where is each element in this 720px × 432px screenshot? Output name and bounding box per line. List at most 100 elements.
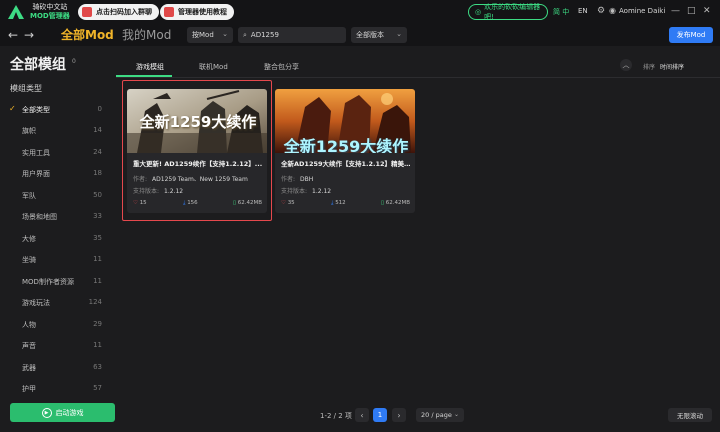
chevron-up-icon[interactable]: ︿ xyxy=(620,59,632,71)
category-count: 29 xyxy=(93,320,102,328)
filter-select[interactable]: 按Mod ⌄ xyxy=(187,27,233,43)
category-label: 实用工具 xyxy=(22,149,50,157)
category-item[interactable]: 游戏玩法 124 xyxy=(0,294,116,310)
check-icon: ✓ xyxy=(9,104,16,113)
category-item[interactable]: 护甲 57 xyxy=(0,380,116,396)
sidebar-title-count: 0 xyxy=(72,58,76,65)
author-label: 作者: xyxy=(281,176,296,183)
category-label: 场景和地图 xyxy=(22,213,57,221)
file-size: 62.42MB xyxy=(385,200,411,206)
category-item[interactable]: 大修 35 xyxy=(0,230,116,246)
my-mod-tab[interactable]: 我的Mod xyxy=(122,27,171,43)
category-label: 武器 xyxy=(22,364,36,372)
launch-game-button[interactable]: ▶ 启动游戏 xyxy=(10,403,115,422)
settings-gear-icon[interactable]: ⚙ xyxy=(597,5,605,17)
qq-group-label: 点击扫码加入群聊 xyxy=(96,8,152,16)
minimize-icon[interactable]: — xyxy=(671,5,680,17)
chevron-down-icon: ⌄ xyxy=(453,411,459,418)
sidebar-title: 全部模组 xyxy=(10,57,66,73)
category-count: 124 xyxy=(88,298,102,306)
lang-en[interactable]: EN xyxy=(578,7,588,15)
pager-summary: 1-2 / 2 项 xyxy=(320,412,352,420)
publish-mod-button[interactable]: 发布Mod xyxy=(669,27,713,43)
category-label: MOD制作者资源 xyxy=(22,278,74,286)
downloads-stat: ⤓ 512 xyxy=(331,200,346,207)
category-label: 声音 xyxy=(22,342,36,350)
category-item[interactable]: 人物 29 xyxy=(0,316,116,332)
sidebar-subtitle: 模组类型 xyxy=(10,84,42,93)
category-count: 14 xyxy=(93,126,102,134)
infinite-scroll-button[interactable]: 无限滚动 xyxy=(668,408,712,422)
category-count: 33 xyxy=(93,212,102,220)
search-input[interactable]: ⌕ AD1259 xyxy=(238,27,346,43)
mod-card[interactable]: 全新1259大续作 全新AD1259大续作【支持1.2.12】精美... 作者:… xyxy=(275,89,415,213)
selection-highlight xyxy=(122,80,272,221)
category-label: 大修 xyxy=(22,235,36,243)
forward-arrow-icon[interactable]: → xyxy=(24,27,34,43)
category-count: 11 xyxy=(93,277,102,285)
category-item[interactable]: 军队 50 xyxy=(0,187,116,203)
category-label: 军队 xyxy=(22,192,36,200)
user-icon[interactable]: ◉ xyxy=(609,5,616,17)
category-label: 用户界面 xyxy=(22,170,50,178)
all-mod-tab[interactable]: 全部Mod xyxy=(61,27,114,43)
category-count: 63 xyxy=(93,363,102,371)
category-all[interactable]: ✓ 全部类型 0 xyxy=(0,101,116,117)
category-item[interactable]: 武器 63 xyxy=(0,359,116,375)
lang-zh[interactable]: 简 中 xyxy=(553,7,569,17)
next-page-chevron-right-icon[interactable]: › xyxy=(392,408,406,422)
qq-icon xyxy=(82,7,92,17)
downloads-count: 512 xyxy=(335,200,346,206)
tab-game-mods[interactable]: 游戏模组 xyxy=(136,62,164,72)
mod-thumbnail: 全新1259大续作 xyxy=(275,89,415,153)
size-stat: ▯ 62.42MB xyxy=(381,200,410,206)
version-select-value: 全部版本 xyxy=(356,31,384,39)
sidebar: 全部模组 0 模组类型 ✓ 全部类型 0 旗帜 14 实用工具 24 用户界面 … xyxy=(0,46,116,432)
chat-icon: ◎ xyxy=(475,8,482,16)
chevron-down-icon: ⌄ xyxy=(222,30,228,38)
version-select[interactable]: 全部版本 ⌄ xyxy=(351,27,407,43)
tab-modpack-share[interactable]: 整合包分享 xyxy=(264,62,299,72)
promo-button[interactable]: ◎ 欢乐的砍砍编辑器吧! xyxy=(468,3,548,21)
heart-icon: ♡ xyxy=(281,200,286,206)
brand: 骑砍中文站 MOD管理器 xyxy=(30,3,70,21)
category-item[interactable]: 实用工具 24 xyxy=(0,144,116,160)
tab-online-mods[interactable]: 联机Mod xyxy=(199,62,228,72)
category-label: 全部类型 xyxy=(22,106,50,114)
video-icon xyxy=(164,7,174,17)
tabs-divider xyxy=(116,77,720,78)
qq-group-button[interactable]: 点击扫码加入群聊 xyxy=(78,4,159,20)
category-label: 人物 xyxy=(22,321,36,329)
close-icon[interactable]: ✕ xyxy=(703,5,711,17)
mod-banner-text: 全新1259大续作 xyxy=(283,137,409,153)
mod-author-row: 作者: DBH xyxy=(281,174,313,183)
mod-version: 1.2.12 xyxy=(312,188,332,195)
username[interactable]: Aomine Daiki xyxy=(619,7,665,15)
likes-count: 35 xyxy=(287,200,295,206)
filter-select-value: 按Mod xyxy=(192,31,214,39)
category-label: 旗帜 xyxy=(22,127,36,135)
category-item[interactable]: MOD制作者资源 11 xyxy=(0,273,116,289)
tutorial-label: 管理器使用教程 xyxy=(178,8,227,16)
prev-page-chevron-left-icon[interactable]: ‹ xyxy=(355,408,369,422)
version-label: 支持版本: xyxy=(281,188,308,195)
sort-select[interactable]: 时间排序 xyxy=(660,62,684,71)
category-count: 11 xyxy=(93,341,102,349)
mod-version-row: 支持版本: 1.2.12 xyxy=(281,186,331,195)
category-count: 50 xyxy=(93,191,102,199)
mod-title[interactable]: 全新AD1259大续作【支持1.2.12】精美... xyxy=(281,158,411,168)
mod-author: DBH xyxy=(300,176,314,183)
per-page-select[interactable]: 20 / page ⌄ xyxy=(416,408,464,422)
category-count: 24 xyxy=(93,148,102,156)
category-item[interactable]: 旗帜 14 xyxy=(0,122,116,138)
category-item[interactable]: 坐骑 11 xyxy=(0,251,116,267)
tutorial-button[interactable]: 管理器使用教程 xyxy=(160,4,234,20)
page-number-current[interactable]: 1 xyxy=(373,408,387,422)
category-label: 坐骑 xyxy=(22,256,36,264)
app-window: 骑砍中文站 MOD管理器 点击扫码加入群聊 管理器使用教程 ◎ 欢乐的砍砍编辑器… xyxy=(0,0,720,432)
back-arrow-icon[interactable]: ← xyxy=(8,27,18,43)
maximize-icon[interactable]: □ xyxy=(687,5,696,17)
category-item[interactable]: 用户界面 18 xyxy=(0,165,116,181)
category-item[interactable]: 声音 11 xyxy=(0,337,116,353)
category-item[interactable]: 场景和地图 33 xyxy=(0,208,116,224)
